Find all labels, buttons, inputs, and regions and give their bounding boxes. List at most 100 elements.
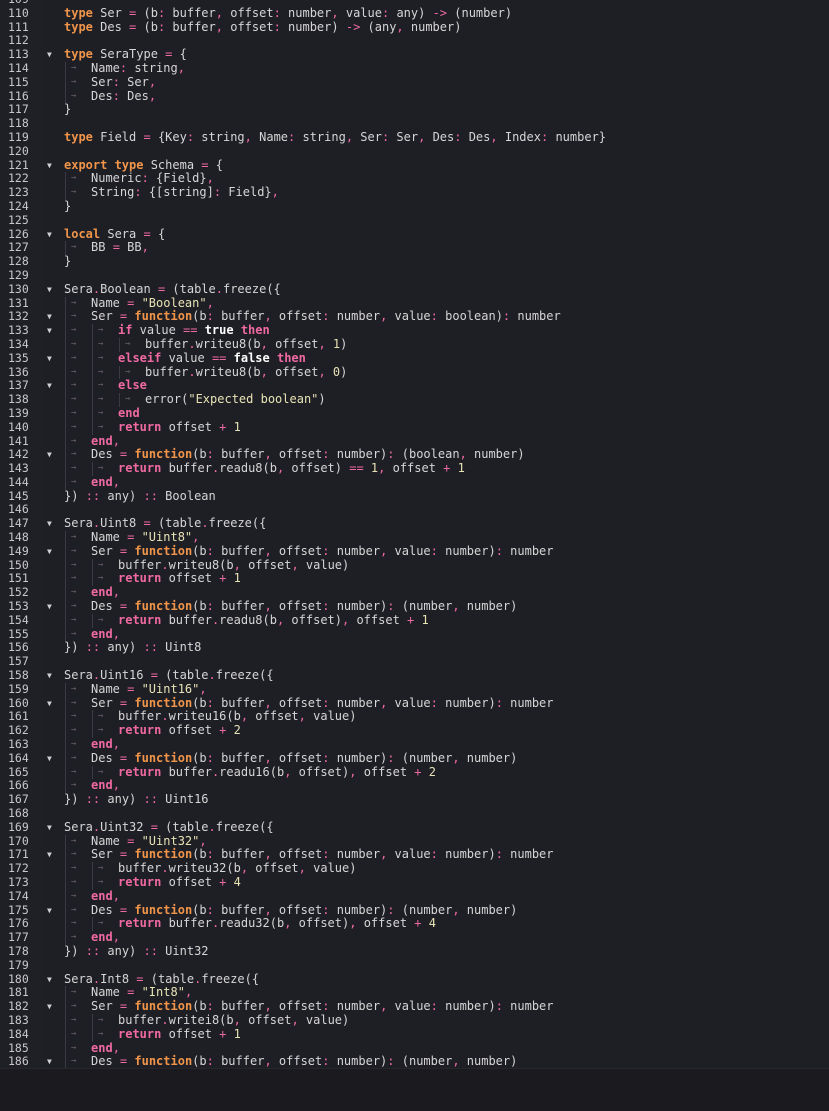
code-line[interactable]: 181 → Name = "Int8",	[0, 985, 829, 1001]
code-line[interactable]: 148 → Name = "Uint8",	[0, 530, 829, 545]
code-line[interactable]: 116 → Des: Des,	[0, 89, 829, 104]
code-line[interactable]: 118	[0, 116, 829, 131]
code-line[interactable]: 161 → → buffer.writeu16(b, offset, value)	[0, 710, 829, 725]
fold-arrow-icon[interactable]: ▼	[47, 352, 55, 366]
code-line[interactable]: 130 ▼ Sera.Boolean = (table.freeze({	[0, 281, 829, 297]
code-line[interactable]: 157	[0, 654, 829, 669]
fold-arrow-icon[interactable]: ▼	[47, 752, 55, 766]
code-line[interactable]: 147 ▼ Sera.Uint8 = (table.freeze({	[0, 516, 829, 531]
code-line[interactable]: 139 → → end	[0, 406, 829, 421]
code-line[interactable]: 166 → end,	[0, 779, 829, 794]
code-line[interactable]: 129	[0, 268, 829, 283]
code-line[interactable]: 180 ▼ Sera.Int8 = (table.freeze({	[0, 972, 829, 987]
code-line[interactable]: 163 → end,	[0, 737, 829, 752]
code-line[interactable]: 179	[0, 958, 829, 973]
code-line[interactable]: 110 type Ser = (b: buffer, offset: number…	[0, 6, 829, 21]
code-line[interactable]: 131 → Name = "Boolean",	[0, 296, 829, 311]
fold-arrow-icon[interactable]: ▼	[47, 600, 55, 614]
code-line[interactable]: 153 ▼ → Des = function(b: buffer, offset: n…	[0, 599, 829, 614]
code-line[interactable]: 128}	[0, 254, 829, 269]
code-line[interactable]: 170 → Name = "Uint32",	[0, 834, 829, 849]
code-line[interactable]: 155 → end,	[0, 627, 829, 642]
code-line[interactable]: 112	[0, 34, 829, 48]
code-line[interactable]: 114 → Name: string,	[0, 61, 829, 76]
fold-arrow-icon[interactable]: ▼	[47, 283, 55, 297]
code-line[interactable]: 135 ▼ → → elseif value == false then	[0, 351, 829, 366]
code-line[interactable]: 151 → → return offset + 1	[0, 572, 829, 587]
fold-arrow-icon[interactable]: ▼	[47, 159, 55, 173]
code-line[interactable]: 132 ▼ → Ser = function(b: buffer, offset: n…	[0, 309, 829, 325]
fold-arrow-icon[interactable]: ▼	[47, 848, 55, 862]
fold-arrow-icon[interactable]: ▼	[47, 821, 55, 835]
fold-arrow-icon[interactable]: ▼	[47, 904, 55, 918]
code-line[interactable]: 146	[0, 503, 829, 517]
code-line[interactable]: 169 ▼ Sera.Uint32 = (table.freeze({	[0, 820, 829, 835]
code-line[interactable]: 134 → → → buffer.writeu8(b, offset, 1)	[0, 337, 829, 352]
code-line[interactable]: 145}) :: any) :: Boolean	[0, 489, 829, 504]
fold-arrow-icon[interactable]: ▼	[47, 48, 55, 62]
code-line[interactable]: 137 ▼ → → else	[0, 378, 829, 394]
code-line[interactable]: 126 ▼ local Sera = {	[0, 227, 829, 242]
code-line[interactable]: 136 → → → buffer.writeu8(b, offset, 0)	[0, 365, 829, 380]
code-line[interactable]: 124}	[0, 199, 829, 214]
code-line[interactable]: 185 → end,	[0, 1041, 829, 1056]
fold-arrow-icon[interactable]: ▼	[47, 697, 55, 711]
fold-arrow-icon[interactable]: ▼	[47, 545, 55, 559]
code-line[interactable]: 143 → → return buffer.readu8(b, offset) == …	[0, 461, 829, 476]
line-number: 130	[8, 281, 29, 296]
code-line[interactable]: 173 → → return offset + 4	[0, 875, 829, 890]
fold-arrow-icon[interactable]: ▼	[47, 669, 55, 683]
code-line[interactable]: 159 → Name = "Uint16",	[0, 682, 829, 697]
fold-arrow-icon[interactable]: ▼	[47, 1000, 55, 1014]
fold-arrow-icon[interactable]: ▼	[47, 448, 55, 462]
code-line[interactable]: 160 ▼ → Ser = function(b: buffer, offset: n…	[0, 696, 829, 711]
fold-arrow-icon[interactable]: ▼	[47, 973, 55, 987]
code-line[interactable]: 165 → → return buffer.readu16(b, offset), o…	[0, 765, 829, 780]
code-line[interactable]: 176 → → return buffer.readu32(b, offset), o…	[0, 916, 829, 932]
fold-arrow-icon[interactable]: ▼	[47, 324, 55, 338]
code-line[interactable]: 162 → → return offset + 2	[0, 723, 829, 739]
code-line[interactable]: 171 ▼ → Ser = function(b: buffer, offset: n…	[0, 848, 829, 863]
code-line[interactable]: 168	[0, 806, 829, 821]
fold-arrow-icon[interactable]: ▼	[47, 379, 55, 393]
fold-arrow-icon[interactable]: ▼	[47, 310, 55, 324]
code-line[interactable]: 175 ▼ → Des = function(b: buffer, offset: n…	[0, 903, 829, 918]
code-line[interactable]: 172 → → buffer.writeu32(b, offset, value)	[0, 861, 829, 876]
code-line[interactable]: 156}) :: any) :: Uint8	[0, 641, 829, 655]
code-line[interactable]: 164 ▼ → Des = function(b: buffer, offset: n…	[0, 751, 829, 766]
code-line[interactable]: 141 → end,	[0, 434, 829, 449]
fold-arrow-icon[interactable]: ▼	[47, 517, 55, 531]
code-line[interactable]: 183 → → buffer.writei8(b, offset, value)	[0, 1013, 829, 1028]
code-line[interactable]: 120	[0, 144, 829, 159]
code-editor[interactable]: 109110type Ser = (b: buffer, offset: num…	[0, 0, 829, 1068]
code-line[interactable]: 140 → → return offset + 1	[0, 420, 829, 435]
code-line[interactable]: 182 ▼ → Ser = function(b: buffer, offset: n…	[0, 999, 829, 1014]
code-line[interactable]: 149 ▼ → Ser = function(b: buffer, offset: n…	[0, 544, 829, 559]
code-line[interactable]: 178}) :: any) :: Uint32	[0, 944, 829, 959]
code-line[interactable]: 117}	[0, 102, 829, 117]
code-line[interactable]: 123 → String: {[string]: Field},	[0, 185, 829, 200]
code-line[interactable]: 127 → BB = BB,	[0, 240, 829, 256]
code-line[interactable]: 152 → end,	[0, 585, 829, 601]
code-line[interactable]: 186 ▼ → Des = function(b: buffer, offset: n…	[0, 1054, 829, 1068]
code-line[interactable]: 113 ▼ type SeraType = {	[0, 47, 829, 62]
code-line[interactable]: 167}) :: any) :: Uint16	[0, 792, 829, 807]
code-line[interactable]: 122 → Numeric: {Field},	[0, 171, 829, 187]
code-line[interactable]: 142 ▼ → Des = function(b: buffer, offset: n…	[0, 447, 829, 463]
code-line[interactable]: 121 ▼ export type Schema = {	[0, 158, 829, 173]
code-line[interactable]: 154 → → return buffer.readu8(b, offset), of…	[0, 613, 829, 628]
code-line[interactable]: 133 ▼ → → if value == true then	[0, 323, 829, 338]
code-line[interactable]: 138 → → → error("Expected boolean")	[0, 392, 829, 407]
code-line[interactable]: 184 → → return offset + 1	[0, 1027, 829, 1042]
fold-arrow-icon[interactable]: ▼	[47, 1055, 55, 1068]
fold-arrow-icon[interactable]: ▼	[47, 228, 55, 242]
code-line[interactable]: 150 → → buffer.writeu8(b, offset, value)	[0, 558, 829, 573]
code-line[interactable]: 111 type Des = (b: buffer, offset: number…	[0, 20, 829, 35]
code-line[interactable]: 144 → end,	[0, 475, 829, 490]
code-line[interactable]: 119 type Field = {Key: string, Name: stri…	[0, 130, 829, 145]
code-line[interactable]: 158 ▼ Sera.Uint16 = (table.freeze({	[0, 668, 829, 683]
code-line[interactable]: 125	[0, 213, 829, 228]
code-line[interactable]: 115 → Ser: Ser,	[0, 75, 829, 90]
code-line[interactable]: 174 → end,	[0, 889, 829, 904]
code-line[interactable]: 177 → end,	[0, 930, 829, 945]
